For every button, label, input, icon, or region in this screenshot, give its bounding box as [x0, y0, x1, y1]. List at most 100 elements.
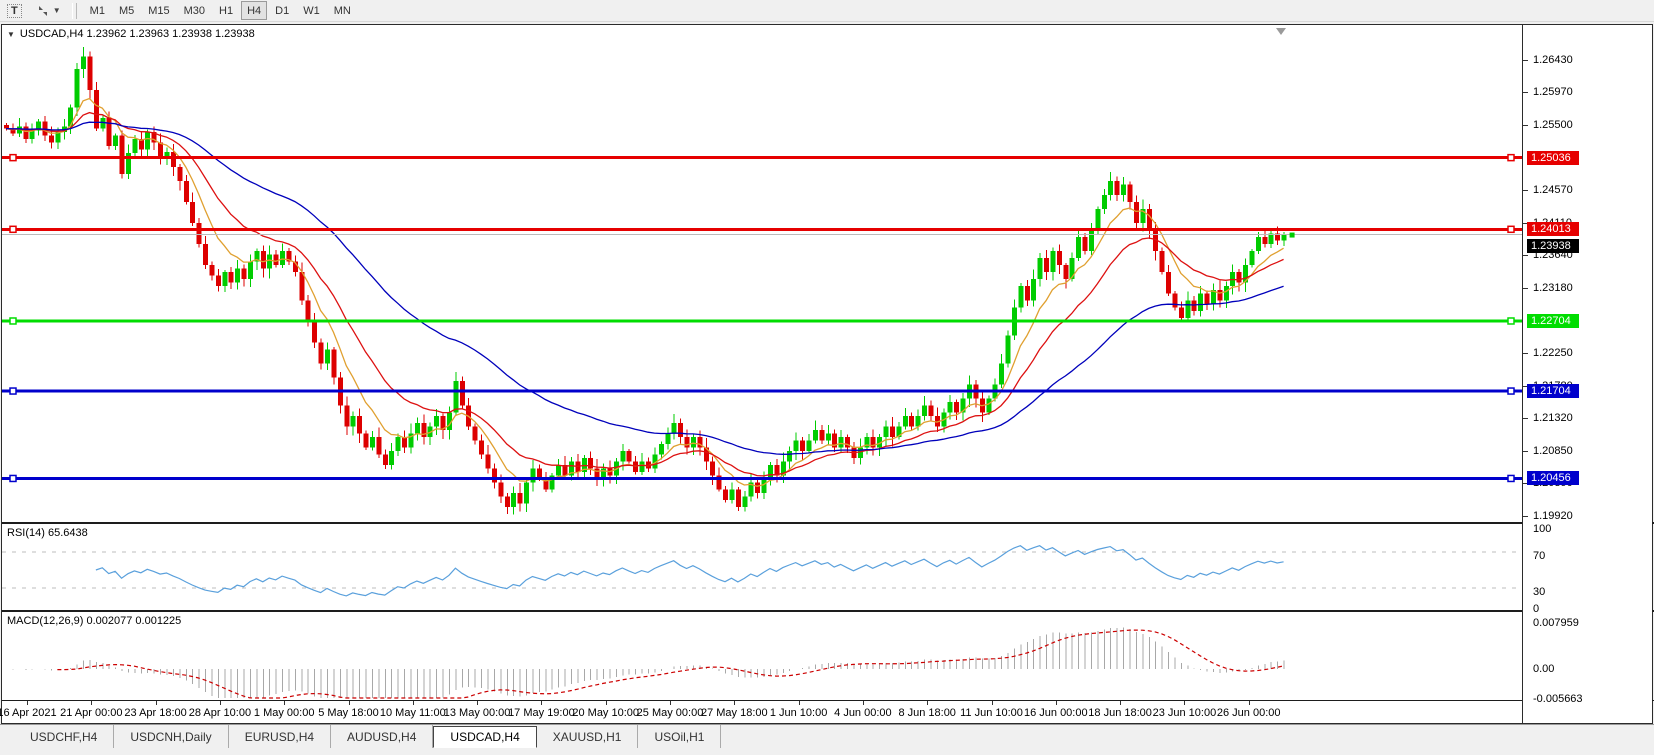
time-tick — [1056, 701, 1057, 705]
time-tick — [349, 701, 350, 705]
price-axis-label: 1.21320 — [1533, 412, 1573, 424]
timeframe-button-m1[interactable]: M1 — [84, 1, 111, 20]
time-axis-label: 4 Jun 00:00 — [834, 707, 892, 719]
timeframe-buttons: M1M5M15M30H1H4D1W1MN — [83, 1, 358, 20]
time-axis-label: 1 May 00:00 — [254, 707, 315, 719]
time-axis-label: 5 May 18:00 — [318, 707, 379, 719]
candlestick-chart[interactable] — [2, 25, 1522, 522]
time-tick — [670, 701, 671, 705]
macd-chart[interactable] — [2, 612, 1522, 700]
timeframe-button-m5[interactable]: M5 — [113, 1, 140, 20]
chevron-down-icon: ▼ — [53, 6, 61, 15]
mt4-window: T ▼ M1M5M15M30H1H4D1W1MN ▼ USDCAD,H4 1.2… — [0, 0, 1654, 755]
toolbar-grip — [72, 3, 77, 19]
tab-usoil-h1[interactable]: USOil,H1 — [638, 725, 721, 748]
panel-divider — [2, 700, 1654, 701]
time-tick — [1120, 701, 1121, 705]
price-axis[interactable]: 1.264301.259701.255001.245701.241101.236… — [1522, 25, 1652, 723]
chart-title-text: USDCAD,H4 1.23962 1.23963 1.23938 1.2393… — [20, 28, 255, 40]
hline-price-badge: 1.21704 — [1527, 384, 1579, 398]
current-price-badge: 1.23938 — [1527, 239, 1579, 253]
rsi-scale-label: 100 — [1533, 523, 1551, 535]
hline-price-badge: 1.22704 — [1527, 314, 1579, 328]
status-strip — [0, 748, 1654, 755]
macd-label: MACD(12,26,9) 0.002077 0.001225 — [7, 615, 181, 627]
time-tick — [27, 701, 28, 705]
chart-tab-bar: USDCHF,H4USDCNH,DailyEURUSD,H4AUDUSD,H4U… — [0, 724, 1654, 748]
time-tick — [799, 701, 800, 705]
timeframe-button-d1[interactable]: D1 — [269, 1, 295, 20]
macd-scale-label: 0.00 — [1533, 663, 1554, 675]
time-axis[interactable]: 16 Apr 202121 Apr 00:0023 Apr 18:0028 Ap… — [2, 701, 1522, 723]
time-tick — [734, 701, 735, 705]
time-tick — [1249, 701, 1250, 705]
plot-stack: ▼ USDCAD,H4 1.23962 1.23963 1.23938 1.23… — [2, 25, 1522, 723]
chart-dropdown-icon[interactable]: ▼ — [7, 30, 15, 39]
price-axis-label: 1.25500 — [1533, 119, 1573, 131]
time-axis-label: 16 Jun 00:00 — [1024, 707, 1088, 719]
price-axis-label: 1.23180 — [1533, 282, 1573, 294]
time-tick — [284, 701, 285, 705]
macd-scale-label: -0.005663 — [1533, 693, 1583, 705]
macd-scale-label: 0.007959 — [1533, 617, 1579, 629]
tab-audusd-h4[interactable]: AUDUSD,H4 — [331, 725, 433, 748]
panel-divider[interactable] — [2, 522, 1654, 524]
text-tool-icon: T — [7, 4, 22, 18]
rsi-label: RSI(14) 65.6438 — [7, 527, 88, 539]
panel-divider[interactable] — [2, 610, 1654, 612]
tab-xauusd-h1[interactable]: XAUUSD,H1 — [537, 725, 639, 748]
price-tick-mark — [1523, 190, 1528, 191]
rsi-chart[interactable] — [2, 524, 1522, 610]
timeframe-button-m30[interactable]: M30 — [178, 1, 211, 20]
time-axis-label: 1 Jun 10:00 — [770, 707, 828, 719]
price-tick-mark — [1523, 125, 1528, 126]
chart-window: ▼ USDCAD,H4 1.23962 1.23963 1.23938 1.23… — [1, 24, 1653, 724]
arrows-tool-button[interactable]: ▼ — [30, 1, 67, 20]
timeframe-button-w1[interactable]: W1 — [297, 1, 326, 20]
time-tick — [863, 701, 864, 705]
top-toolbar: T ▼ M1M5M15M30H1H4D1W1MN — [0, 0, 1654, 22]
time-axis-label: 21 Apr 00:00 — [60, 707, 122, 719]
price-tick-mark — [1523, 92, 1528, 93]
price-axis-label: 1.22250 — [1533, 347, 1573, 359]
time-axis-label: 16 Apr 2021 — [0, 707, 57, 719]
time-tick — [156, 701, 157, 705]
price-tick-mark — [1523, 255, 1528, 256]
timeframe-button-h1[interactable]: H1 — [213, 1, 239, 20]
time-tick — [992, 701, 993, 705]
time-tick — [927, 701, 928, 705]
time-axis-label: 26 Jun 00:00 — [1217, 707, 1281, 719]
time-tick — [1184, 701, 1185, 705]
rsi-panel[interactable]: RSI(14) 65.6438 — [2, 524, 1522, 610]
macd-panel[interactable]: MACD(12,26,9) 0.002077 0.001225 — [2, 612, 1522, 700]
time-axis-label: 23 Jun 10:00 — [1153, 707, 1217, 719]
time-axis-label: 8 Jun 18:00 — [898, 707, 956, 719]
price-tick-mark — [1523, 516, 1528, 517]
text-tool-button[interactable]: T — [1, 1, 28, 20]
tab-eurusd-h4[interactable]: EURUSD,H4 — [229, 725, 331, 748]
hline-price-badge: 1.24013 — [1527, 222, 1579, 236]
price-axis-label: 1.25970 — [1533, 86, 1573, 98]
time-tick — [91, 701, 92, 705]
timeframe-button-m15[interactable]: M15 — [142, 1, 175, 20]
hline-price-badge: 1.20456 — [1527, 471, 1579, 485]
price-axis-label: 1.26430 — [1533, 54, 1573, 66]
price-axis-label: 1.20850 — [1533, 445, 1573, 457]
arrows-icon — [36, 5, 50, 17]
time-axis-label: 10 May 11:00 — [380, 707, 446, 719]
time-axis-label: 18 Jun 18:00 — [1088, 707, 1152, 719]
tab-usdcad-h4[interactable]: USDCAD,H4 — [433, 726, 536, 748]
tab-usdcnh-daily[interactable]: USDCNH,Daily — [114, 725, 228, 748]
main-chart-panel[interactable]: ▼ USDCAD,H4 1.23962 1.23963 1.23938 1.23… — [2, 25, 1522, 522]
timeframe-button-h4[interactable]: H4 — [241, 1, 267, 20]
time-axis-label: 11 Jun 10:00 — [960, 707, 1023, 719]
tab-usdchf-h4[interactable]: USDCHF,H4 — [14, 725, 114, 748]
time-axis-label: 13 May 00:00 — [444, 707, 511, 719]
timeframe-button-mn[interactable]: MN — [328, 1, 357, 20]
time-axis-label: 25 May 00:00 — [637, 707, 704, 719]
time-axis-label: 20 May 10:00 — [572, 707, 639, 719]
price-tick-mark — [1523, 60, 1528, 61]
time-tick — [477, 701, 478, 705]
time-tick — [220, 701, 221, 705]
time-axis-label: 17 May 19:00 — [508, 707, 575, 719]
